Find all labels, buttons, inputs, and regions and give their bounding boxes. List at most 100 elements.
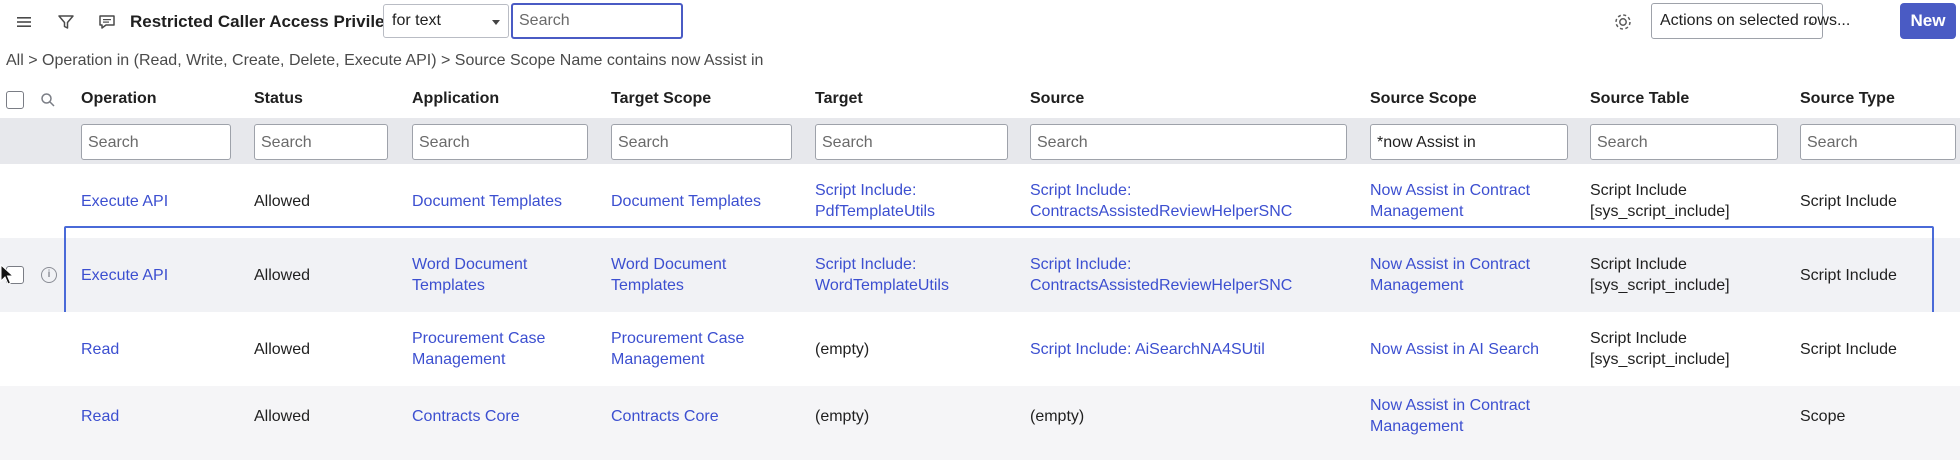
cell-source[interactable]: Script Include: ContractsAssistedReviewH… [1030, 254, 1292, 296]
cell-target-scope[interactable]: Contracts Core [611, 406, 719, 427]
select-all-checkbox[interactable] [6, 91, 24, 109]
table-row[interactable]: Read Allowed Procurement Case Management… [0, 312, 1960, 386]
cell-target-scope[interactable]: Document Templates [611, 191, 761, 212]
cell-source-table-line: Script Include [1590, 256, 1687, 273]
cell-target: (empty) [815, 408, 870, 425]
cell-source-line: Script Include: [1030, 182, 1132, 199]
comment-icon[interactable] [97, 12, 117, 32]
header-source[interactable]: Source [1030, 90, 1084, 108]
cell-status: Allowed [254, 193, 311, 210]
cell-source-line: ContractsAssistedReviewHelperSNC [1030, 203, 1293, 220]
mouse-cursor-icon [0, 264, 14, 285]
header-status[interactable]: Status [254, 90, 303, 108]
hamburger-menu-icon[interactable] [14, 12, 34, 32]
search-source-type-input[interactable]: Search [1800, 124, 1956, 160]
cell-target-line: Script Include: [815, 182, 917, 199]
cell-source-table: Script Include [sys_script_include] [1590, 180, 1730, 222]
cell-target-line: WordTemplateUtils [815, 277, 949, 294]
cell-source[interactable]: Script Include: AiSearchNA4SUtil [1030, 339, 1265, 360]
search-target-input[interactable]: Search [815, 124, 1008, 160]
header-target-scope[interactable]: Target Scope [611, 90, 711, 108]
cell-source-table-line: Script Include [1590, 330, 1687, 347]
search-field-select-value: for text [392, 12, 441, 29]
search-status-input[interactable]: Search [254, 124, 388, 160]
table-row[interactable]: i Execute API Allowed Word Document Temp… [0, 238, 1960, 312]
search-icon[interactable] [40, 92, 56, 108]
cell-status: Allowed [254, 341, 311, 358]
cell-source-scope-line: Now Assist in Contract [1370, 256, 1531, 273]
cell-operation[interactable]: Execute API [81, 265, 168, 286]
cell-operation[interactable]: Read [81, 406, 119, 427]
cell-source-table: Script Include [sys_script_include] [1590, 254, 1730, 296]
cell-status: Allowed [254, 267, 311, 284]
cell-source-table: Script Include [sys_script_include] [1590, 328, 1730, 370]
caret-down-icon [492, 20, 500, 25]
cell-source-scope[interactable]: Now Assist in Contract Management [1370, 180, 1530, 222]
cell-target-scope-line: Procurement Case [611, 330, 745, 347]
cell-source-type: Script Include [1800, 193, 1897, 210]
cell-source-scope[interactable]: Now Assist in Contract Management [1370, 395, 1530, 437]
cell-source-table-line: [sys_script_include] [1590, 203, 1730, 220]
search-target-scope-input[interactable]: Search [611, 124, 792, 160]
header-source-scope[interactable]: Source Scope [1370, 90, 1477, 108]
filter-breadcrumb[interactable]: All > Operation in (Read, Write, Create,… [0, 52, 1960, 78]
column-header-row: Operation Status Application Target Scop… [0, 82, 1960, 118]
cell-target-line: Script Include: [815, 256, 917, 273]
cell-source[interactable]: Script Include: ContractsAssistedReviewH… [1030, 180, 1292, 222]
cell-source-scope-line: Now Assist in Contract [1370, 397, 1531, 414]
search-source-table-input[interactable]: Search [1590, 124, 1778, 160]
search-operation-input[interactable]: Search [81, 124, 231, 160]
search-application-input[interactable]: Search [412, 124, 588, 160]
header-source-type[interactable]: Source Type [1800, 90, 1895, 108]
cell-operation[interactable]: Execute API [81, 191, 168, 212]
cell-status: Allowed [254, 408, 311, 425]
header-application[interactable]: Application [412, 90, 499, 108]
cell-application[interactable]: Procurement Case Management [412, 328, 545, 370]
search-source-scope-input[interactable]: *now Assist in [1370, 124, 1568, 160]
cell-source-scope[interactable]: Now Assist in Contract Management [1370, 254, 1530, 296]
header-target[interactable]: Target [815, 90, 863, 108]
cell-target[interactable]: Script Include: PdfTemplateUtils [815, 180, 935, 222]
column-search-row: Search Search Search Search Search Searc… [0, 118, 1960, 164]
cell-target-scope-line: Management [611, 351, 705, 368]
cell-application[interactable]: Word Document Templates [412, 254, 527, 296]
cell-source-scope[interactable]: Now Assist in AI Search [1370, 339, 1539, 360]
cell-source-table-line: [sys_script_include] [1590, 277, 1730, 294]
cell-source-scope-line: Management [1370, 277, 1464, 294]
chevron-down-icon: ⌄ [1805, 14, 1816, 28]
cell-target-scope[interactable]: Procurement Case Management [611, 328, 744, 370]
actions-on-selected-rows-select[interactable]: Actions on selected rows... ⌄ [1651, 3, 1850, 39]
cell-application-line: Word Document [412, 256, 528, 273]
cell-source-type: Script Include [1800, 341, 1897, 358]
header-operation[interactable]: Operation [81, 90, 157, 108]
table-row[interactable]: Read Allowed Contracts Core Contracts Co… [0, 386, 1960, 460]
list-toolbar: Restricted Caller Access Privileges for … [0, 0, 1960, 44]
cell-target[interactable]: Script Include: WordTemplateUtils [815, 254, 949, 296]
cell-source-scope-line: Now Assist in Contract [1370, 182, 1531, 199]
cell-target-scope-line: Templates [611, 277, 684, 294]
cell-target: (empty) [815, 341, 870, 358]
cell-source-line: ContractsAssistedReviewHelperSNC [1030, 277, 1293, 294]
header-source-table[interactable]: Source Table [1590, 90, 1689, 108]
cell-application[interactable]: Contracts Core [412, 406, 520, 427]
table-row[interactable]: Execute API Allowed Document Templates D… [0, 164, 1960, 238]
cell-operation[interactable]: Read [81, 339, 119, 360]
cell-source-type: Script Include [1800, 267, 1897, 284]
cell-target-scope[interactable]: Word Document Templates [611, 254, 726, 296]
list-search-input[interactable]: Search [511, 3, 683, 39]
filter-icon[interactable] [56, 12, 76, 32]
cell-source-table-line: [sys_script_include] [1590, 351, 1730, 368]
gear-icon[interactable] [1612, 11, 1634, 33]
list-title: Restricted Caller Access Privileges [130, 12, 414, 31]
actions-select-value: Actions on selected rows... [1660, 12, 1851, 29]
cell-source: (empty) [1030, 408, 1085, 425]
cell-source-table-line: Script Include [1590, 182, 1687, 199]
cell-application[interactable]: Document Templates [412, 191, 562, 212]
info-icon[interactable]: i [41, 267, 57, 283]
search-field-select[interactable]: for text [383, 4, 509, 38]
cell-application-line: Procurement Case [412, 330, 546, 347]
search-source-input[interactable]: Search [1030, 124, 1347, 160]
cell-application-line: Templates [412, 277, 485, 294]
cell-source-line: Script Include: [1030, 256, 1132, 273]
new-button[interactable]: New [1900, 3, 1956, 39]
